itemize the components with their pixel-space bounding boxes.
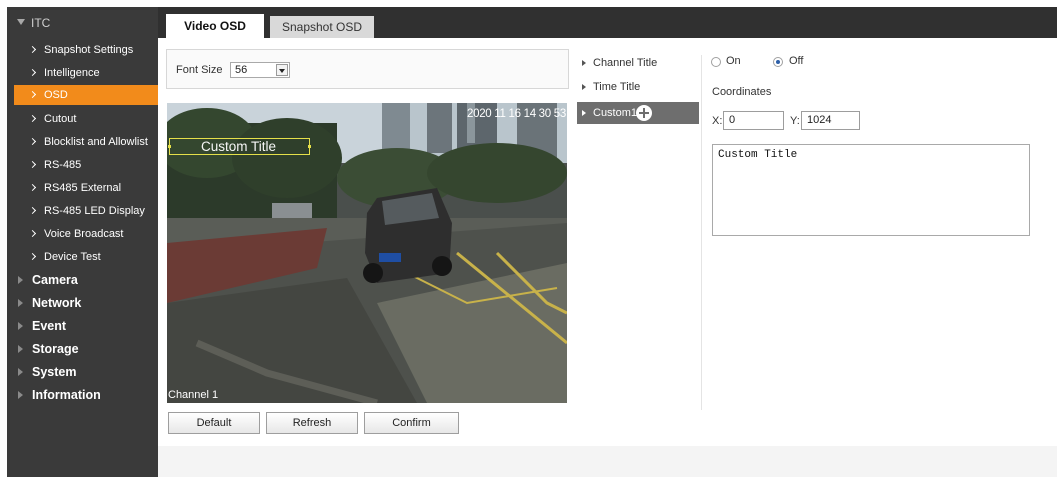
sidebar-category-network[interactable]: Network [7, 293, 158, 313]
y-label: Y: [790, 115, 800, 127]
sidebar-item-rs485[interactable]: RS-485 [13, 155, 158, 175]
font-size-panel [166, 49, 569, 89]
radio-on[interactable] [711, 57, 721, 67]
sidebar-item-blocklist-allowlist[interactable]: Blocklist and Allowlist [13, 132, 158, 152]
triangle-right-icon [18, 299, 23, 307]
triangle-down-icon [17, 19, 25, 25]
triangle-right-icon [582, 84, 586, 90]
radio-off[interactable] [773, 57, 783, 67]
custom-title-textarea[interactable]: Custom Title [712, 144, 1030, 236]
confirm-button[interactable]: Confirm [364, 412, 459, 434]
sidebar-category-camera[interactable]: Camera [7, 270, 158, 290]
sidebar-item-rs485-external[interactable]: RS485 External [13, 178, 158, 198]
x-coordinate-input[interactable]: 0 [723, 111, 784, 130]
video-preview[interactable]: 2020 11 16 14 30 53 Custom Title Channel… [167, 103, 567, 403]
sidebar: ITC Snapshot Settings Intelligence OSD C… [7, 7, 158, 477]
triangle-right-icon [18, 345, 23, 353]
chevron-right-icon [13, 63, 44, 83]
chevron-right-icon [13, 201, 44, 221]
chevron-right-icon [14, 85, 44, 105]
x-label: X: [712, 115, 723, 127]
video-channel-overlay: Channel 1 [168, 389, 219, 401]
sidebar-section-label: ITC [31, 16, 51, 30]
sidebar-category-storage[interactable]: Storage [7, 339, 158, 359]
video-timestamp-overlay: 2020 11 16 14 30 53 [467, 108, 566, 120]
content-footer-strip [158, 446, 1057, 477]
chevron-right-icon [13, 40, 44, 60]
sidebar-category-event[interactable]: Event [7, 316, 158, 336]
sidebar-section-itc[interactable]: ITC [7, 16, 158, 34]
y-coordinate-input[interactable]: 1024 [801, 111, 860, 130]
chevron-right-icon [13, 224, 44, 244]
refresh-button[interactable]: Refresh [266, 412, 358, 434]
chevron-right-icon [13, 132, 44, 152]
font-size-select[interactable]: 56 [230, 62, 290, 78]
sidebar-item-rs485-led-display[interactable]: RS-485 LED Display [13, 201, 158, 221]
title-list-item-custom1[interactable]: Custom1 [577, 102, 699, 124]
divider [701, 55, 702, 410]
tab-video-osd[interactable]: Video OSD [166, 14, 264, 38]
triangle-right-icon [18, 276, 23, 284]
sidebar-item-intelligence[interactable]: Intelligence [13, 63, 158, 83]
tab-snapshot-osd[interactable]: Snapshot OSD [270, 16, 374, 38]
sidebar-category-information[interactable]: Information [7, 385, 158, 405]
font-size-value: 56 [235, 64, 248, 76]
radio-on-label: On [726, 55, 741, 67]
sidebar-item-osd[interactable]: OSD [14, 85, 158, 105]
resize-handle[interactable] [168, 145, 171, 148]
chevron-right-icon [13, 155, 44, 175]
title-list-item-time-title[interactable]: Time Title [577, 76, 699, 98]
sidebar-item-voice-broadcast[interactable]: Voice Broadcast [13, 224, 158, 244]
triangle-right-icon [18, 322, 23, 330]
dropdown-arrow-icon[interactable] [276, 64, 288, 76]
chevron-right-icon [13, 178, 44, 198]
font-size-label: Font Size [176, 64, 223, 76]
default-button[interactable]: Default [168, 412, 260, 434]
add-title-plus-icon[interactable] [636, 105, 652, 121]
sidebar-item-cutout[interactable]: Cutout [13, 109, 158, 129]
sidebar-item-device-test[interactable]: Device Test [13, 247, 158, 267]
triangle-right-icon [18, 368, 23, 376]
chevron-right-icon [13, 247, 44, 267]
coordinates-label: Coordinates [712, 86, 772, 98]
triangle-right-icon [582, 60, 586, 66]
title-list-item-channel-title[interactable]: Channel Title [577, 52, 699, 74]
triangle-right-icon [18, 391, 23, 399]
sidebar-category-system[interactable]: System [7, 362, 158, 382]
sidebar-item-snapshot-settings[interactable]: Snapshot Settings [13, 40, 158, 60]
chevron-right-icon [13, 109, 44, 129]
custom-title-overlay-text: Custom Title [201, 139, 277, 154]
resize-handle[interactable] [308, 145, 311, 148]
radio-off-label: Off [789, 55, 804, 67]
triangle-right-icon [582, 110, 586, 116]
